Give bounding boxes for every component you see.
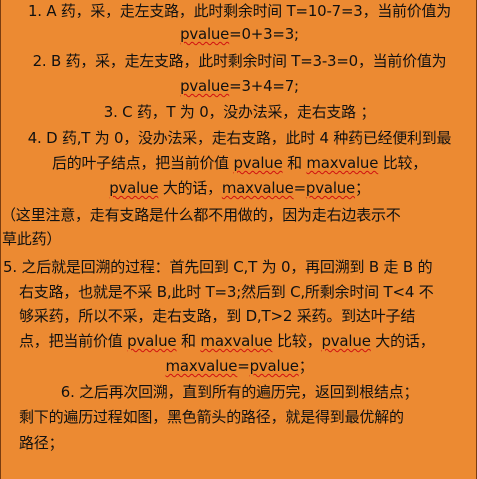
spellcheck-word: maxvalue <box>221 179 294 197</box>
spellcheck-word: pvalue <box>305 179 356 197</box>
text-run: 剩下的遍历过程如图，黑色箭头的路径，就是得到最优解的 <box>19 408 404 426</box>
text-run: 大的话， <box>370 332 435 350</box>
document-page: 1. A 药，采，走左支路，此时剩余时间 T=10-7=3，当前价值为 pval… <box>0 0 477 479</box>
text-run: 点，把当前价值 <box>19 332 128 350</box>
text-run: =0+3=3; <box>229 25 299 43</box>
spellcheck-word: maxvalue <box>306 154 379 172</box>
text-run: = <box>293 179 307 197</box>
text-run: 够采药，所以不采，走右支路，到 D,T>2 采药。到达叶子结 <box>19 307 416 325</box>
text-run: 草此药） <box>2 230 62 248</box>
text-run: 1. A 药，采，走左支路，此时剩余时间 T=10-7=3，当前价值为 <box>27 2 452 20</box>
paragraph-2-line-1: 2. B 药，采，走左支路，此时剩余时间 T=3-3=0，当前价值为 <box>2 50 477 72</box>
paragraph-5-line-5: maxvalue=pvalue； <box>2 355 477 377</box>
text-run: 4. D 药,T 为 0，没办法采，走右支路，此时 4 种药已经便利到最 <box>27 129 452 147</box>
paragraph-1-line-1: 1. A 药，采，走左支路，此时剩余时间 T=10-7=3，当前价值为 <box>2 0 477 22</box>
text-run: 和 <box>176 332 201 350</box>
paragraph-6-line-3: 路径； <box>19 432 64 454</box>
text-run: 右支路，也就是不采 B,此时 T=3;然后到 C,所剩余时间 T<4 不 <box>19 283 434 301</box>
spellcheck-word: pvalue <box>127 332 177 350</box>
spellcheck-word: pvalue <box>249 357 299 375</box>
text-run: 比较， <box>378 154 427 172</box>
text-run: 大的话， <box>158 179 222 197</box>
paragraph-1-line-2: pvalue=0+3=3; <box>2 23 477 45</box>
text-run: = <box>237 357 250 375</box>
spellcheck-word: pvalue <box>180 25 230 43</box>
text-run: 6. 之后再次回溯，直到所有的遍历完，返回到根结点； <box>60 383 419 401</box>
text-run: 路径； <box>19 434 64 452</box>
paragraph-4-line-2: 后的叶子结点，把当前价值 pvalue 和 maxvalue 比较， <box>2 152 477 174</box>
note-line-2: 草此药） <box>2 228 61 250</box>
text-run: 5. 之后就是回溯的过程：首先回到 C,T 为 0，再回溯到 B 走 B 的 <box>3 258 433 276</box>
spellcheck-word: pvalue <box>321 332 371 350</box>
paragraph-4-line-3: pvalue 大的话，maxvalue=pvalue； <box>2 177 477 199</box>
paragraph-5-line-4: 点，把当前价值 pvalue 和 maxvalue 比较，pvalue 大的话， <box>19 330 435 352</box>
text-run: 2. B 药，采，走左支路，此时剩余时间 T=3-3=0，当前价值为 <box>32 52 447 70</box>
text-run: 后的叶子结点，把当前价值 <box>52 154 234 172</box>
paragraph-5-line-3: 够采药，所以不采，走右支路，到 D,T>2 采药。到达叶子结 <box>19 305 415 327</box>
paragraph-4-line-1: 4. D 药,T 为 0，没办法采，走右支路，此时 4 种药已经便利到最 <box>2 127 477 149</box>
paragraph-5-line-1: 5. 之后就是回溯的过程：首先回到 C,T 为 0，再回溯到 B 走 B 的 <box>3 256 433 278</box>
spellcheck-word: maxvalue <box>200 332 273 350</box>
text-run: ； <box>298 357 314 375</box>
paragraph-5-line-2: 右支路，也就是不采 B,此时 T=3;然后到 C,所剩余时间 T<4 不 <box>19 281 434 303</box>
text-run: 和 <box>282 154 307 172</box>
spellcheck-word: pvalue <box>180 77 230 95</box>
paragraph-2-line-2: pvalue=3+4=7; <box>2 75 477 97</box>
note-line-1: （这里注意，走有支路是什么都不用做的，因为走右边表示不 <box>1 204 401 226</box>
paragraph-3-line-1: 3. C 药，T 为 0，没办法采，走右支路 ； <box>2 101 477 123</box>
text-run: （这里注意，走有支路是什么都不用做的，因为走右边表示不 <box>1 206 401 224</box>
paragraph-6-line-2: 剩下的遍历过程如图，黑色箭头的路径，就是得到最优解的 <box>19 406 404 428</box>
text-run: =3+4=7; <box>229 77 299 95</box>
text-run: 3. C 药，T 为 0，没办法采，走右支路 ； <box>103 103 376 121</box>
paragraph-6-line-1: 6. 之后再次回溯，直到所有的遍历完，返回到根结点； <box>2 381 477 403</box>
spellcheck-word: pvalue <box>233 154 283 172</box>
text-run: 比较， <box>272 332 322 350</box>
text-run: ； <box>355 179 370 197</box>
spellcheck-word: pvalue <box>109 179 159 197</box>
spellcheck-word: maxvalue <box>165 357 238 375</box>
